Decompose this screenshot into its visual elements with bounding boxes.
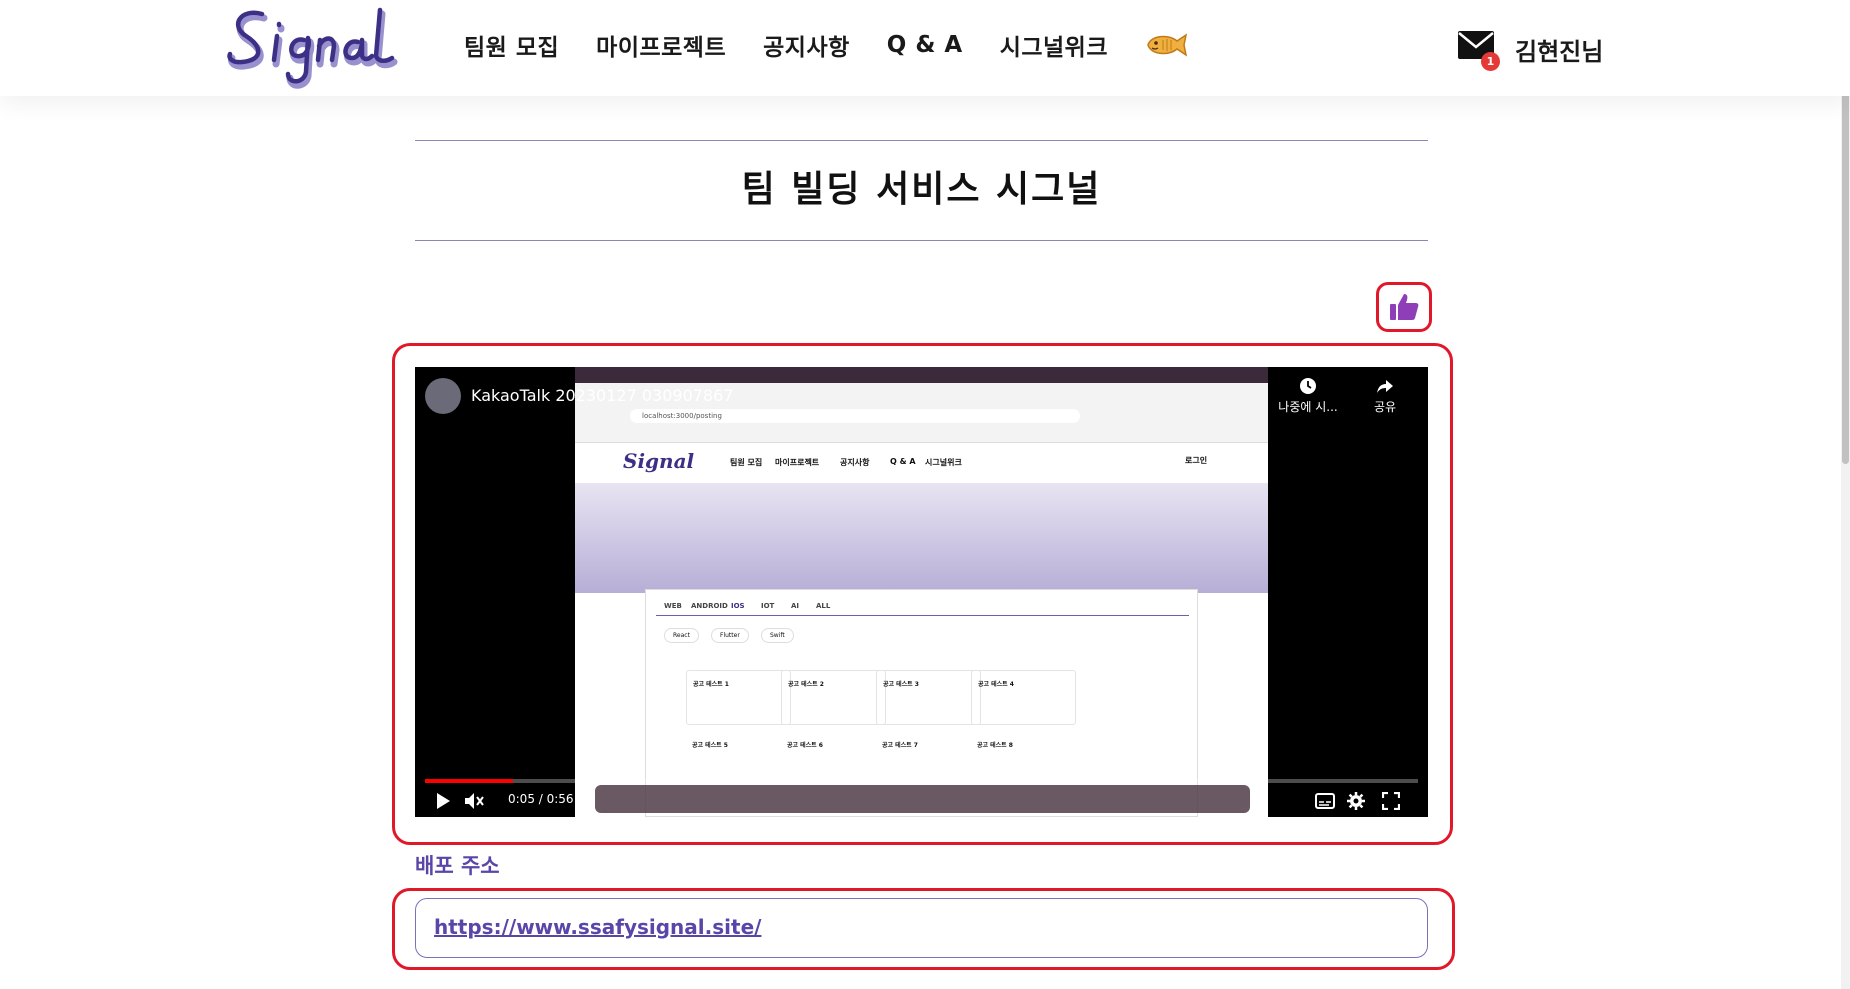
embedded-card-title: 공고 테스트 8 xyxy=(977,742,1013,749)
fish-bread-icon[interactable] xyxy=(1145,31,1189,59)
embedded-nav-3: 공지사항 xyxy=(840,458,870,467)
muted-volume-icon[interactable] xyxy=(463,790,485,812)
embedded-tabs: WEB ANDROID IOS IOT AI ALL xyxy=(656,602,1189,616)
deploy-address-label: 배포 주소 xyxy=(415,854,500,878)
page-scrollbar[interactable] xyxy=(1841,0,1850,989)
watch-later-label: 나중에 시... xyxy=(1278,400,1338,414)
user-name[interactable]: 김현진님 xyxy=(1515,32,1603,67)
share-label: 공유 xyxy=(1373,400,1397,414)
embedded-tab: ANDROID xyxy=(691,602,728,610)
embedded-card-title: 공고 테스트 7 xyxy=(882,742,918,749)
deploy-url-link[interactable]: https://www.ssafysignal.site/ xyxy=(434,915,761,939)
subtitles-icon[interactable] xyxy=(1315,793,1335,809)
mac-menu-bar xyxy=(575,367,1268,383)
embedded-card: 공고 테스트 3 xyxy=(876,670,981,725)
title-top-divider xyxy=(415,140,1428,141)
embedded-login: 로그인 xyxy=(1185,456,1208,465)
mail-count-badge: 1 xyxy=(1481,52,1500,71)
mail-button[interactable]: 1 xyxy=(1457,30,1500,71)
browser-url: localhost:3000/posting xyxy=(630,409,1080,423)
embedded-card-title: 공고 테스트 6 xyxy=(787,742,823,749)
nav-signal-week[interactable]: 시그널위크 xyxy=(1000,28,1108,62)
fullscreen-icon[interactable] xyxy=(1382,792,1400,810)
site-header: 팀원 모집 마이프로젝트 공지사항 Q & A 시그널위크 1 김현진님 xyxy=(0,0,1850,96)
embedded-nav-1: 팀원 모집 xyxy=(730,458,763,467)
embedded-tab: IOT xyxy=(761,602,775,610)
play-icon[interactable] xyxy=(435,792,451,810)
embedded-site-nav: Signal 팀원 모집 마이프로젝트 공지사항 Q & A 시그널위크 로그인 xyxy=(575,443,1268,483)
embedded-nav-2: 마이프로젝트 xyxy=(775,458,820,467)
embedded-card-title: 공고 테스트 4 xyxy=(978,681,1014,688)
settings-gear-icon[interactable] xyxy=(1347,792,1365,810)
page-title: 팀 빌딩 서비스 시그널 xyxy=(741,169,1102,210)
embedded-stack-chip: Swift xyxy=(761,628,794,643)
like-button[interactable] xyxy=(1376,282,1432,332)
channel-avatar[interactable] xyxy=(425,378,461,414)
embedded-card: 공고 테스트 1 xyxy=(686,670,791,725)
mac-dock xyxy=(595,785,1250,813)
embedded-nav-5: 시그널위크 xyxy=(925,458,962,467)
nav-my-project[interactable]: 마이프로젝트 xyxy=(596,28,726,62)
embedded-hero-banner xyxy=(575,483,1268,593)
nav-notice[interactable]: 공지사항 xyxy=(763,28,850,62)
video-player[interactable]: localhost:3000/posting Signal 팀원 모집 마이프로… xyxy=(415,367,1428,817)
video-title[interactable]: KakaoTalk 20230127 030907867 xyxy=(471,386,733,405)
share-button[interactable]: 공유 xyxy=(1365,377,1405,415)
title-bottom-divider xyxy=(415,240,1428,241)
main-nav: 팀원 모집 마이프로젝트 공지사항 Q & A 시그널위크 xyxy=(464,28,1189,62)
thumbs-up-icon xyxy=(1390,294,1419,320)
embedded-tab: WEB xyxy=(664,602,682,610)
embedded-card-title: 공고 테스트 2 xyxy=(788,681,824,688)
video-progress-bar[interactable] xyxy=(425,779,1418,783)
embedded-card-title: 공고 테스트 5 xyxy=(692,742,728,749)
embedded-logo: Signal xyxy=(623,449,695,473)
embedded-card-title: 공고 테스트 1 xyxy=(693,681,729,688)
embedded-tab: IOS xyxy=(731,602,745,610)
deploy-url-box: https://www.ssafysignal.site/ xyxy=(415,898,1428,958)
embedded-nav-4: Q & A xyxy=(890,457,916,466)
video-frame-screenshot: localhost:3000/posting Signal 팀원 모집 마이프로… xyxy=(575,367,1268,817)
video-time: 0:05 / 0:56 xyxy=(508,792,574,806)
share-arrow-icon xyxy=(1377,380,1393,393)
watch-later-button[interactable]: 나중에 시... xyxy=(1273,377,1343,415)
clock-icon xyxy=(1300,378,1316,394)
embedded-tab: AI xyxy=(791,602,800,610)
embedded-card: 공고 테스트 4 xyxy=(971,670,1076,725)
video-progress-fill xyxy=(425,779,514,783)
nav-qna[interactable]: Q & A xyxy=(887,32,963,58)
embedded-stack-chip: React xyxy=(664,628,699,643)
embedded-card: 공고 테스트 2 xyxy=(781,670,886,725)
nav-team-recruit[interactable]: 팀원 모집 xyxy=(464,28,559,62)
embedded-tab: ALL xyxy=(816,602,831,610)
signal-logo[interactable] xyxy=(224,4,399,92)
embedded-stack-chip: Flutter xyxy=(711,628,749,643)
embedded-card-title: 공고 테스트 3 xyxy=(883,681,919,688)
